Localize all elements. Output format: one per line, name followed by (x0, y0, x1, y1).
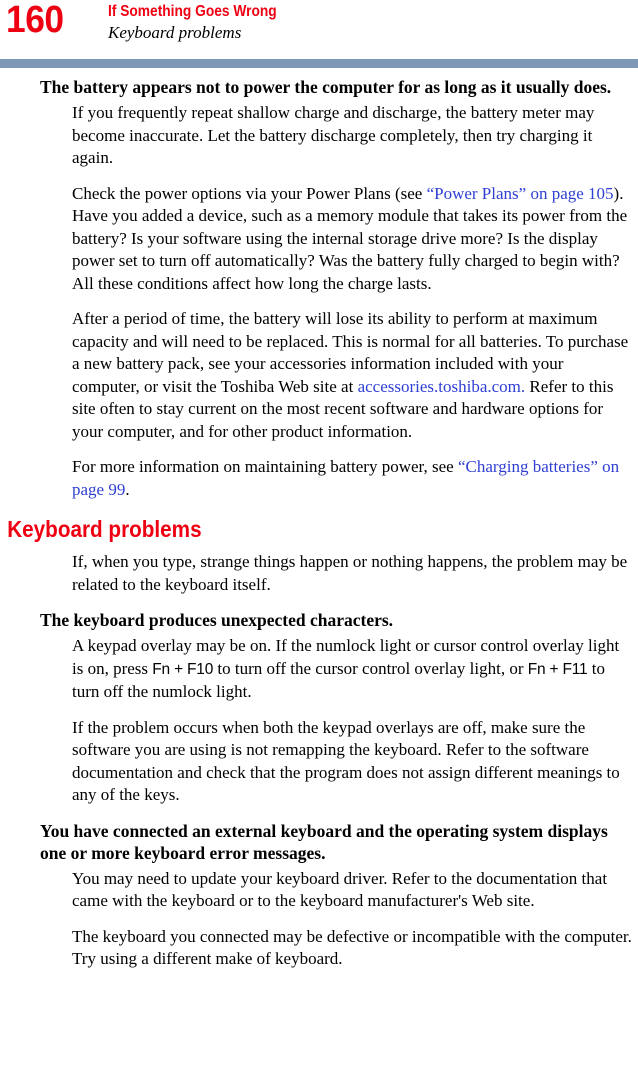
web-link-accessories-toshiba[interactable]: accessories.toshiba.com. (358, 377, 526, 396)
header-text-block: If Something Goes Wrong Keyboard problem… (108, 2, 304, 44)
paragraph-remapping: If the problem occurs when both the keyp… (72, 717, 620, 805)
header-section-subtitle: Keyboard problems (108, 23, 242, 42)
xref-link-power-plans[interactable]: “Power Plans” on page 105 (427, 184, 614, 203)
section-heading-keyboard-problems: Keyboard problems (7, 516, 202, 542)
text-run: to turn off the cursor control overlay l… (213, 658, 528, 678)
page-body: { "page": { "number": "160", "header_tit… (0, 0, 638, 1089)
header-chapter-title: If Something Goes Wrong (108, 3, 277, 20)
problem-heading-unexpected-characters: The keyboard produces unexpected charact… (40, 610, 394, 630)
text-run: Check the power options via your Power P… (72, 183, 427, 203)
key-combo-fn-f11: Fn + F11 (527, 660, 588, 678)
paragraph-battery-3: After a period of time, the battery will… (0, 308, 638, 443)
paragraph-battery-4: For more information on maintaining batt… (0, 456, 638, 501)
paragraph-battery-2: Check the power options via your Power P… (0, 183, 638, 296)
text-run: . (125, 479, 130, 499)
paragraph-defective-keyboard: The keyboard you connected may be defect… (72, 926, 632, 969)
paragraph-overlay-keys: A keypad overlay may be on. If the numlo… (0, 635, 638, 704)
paragraph-battery-1: If you frequently repeat shallow charge … (72, 103, 595, 167)
paragraph-keyboard-driver: You may need to update your keyboard dri… (72, 868, 608, 911)
page-number: 160 (6, 0, 64, 41)
header-divider-rule (0, 59, 638, 68)
running-header: 160 If Something Goes Wrong Keyboard pro… (0, 0, 638, 68)
problem-heading-external-keyboard: You have connected an external keyboard … (40, 820, 608, 863)
problem-heading-battery: The battery appears not to power the com… (40, 77, 612, 97)
key-combo-fn-f10: Fn + F10 (152, 660, 214, 678)
paragraph-keyboard-intro: If, when you type, strange things happen… (72, 552, 628, 594)
page-content: The battery appears not to power the com… (0, 76, 638, 971)
text-run: For more information on maintaining batt… (72, 457, 458, 476)
